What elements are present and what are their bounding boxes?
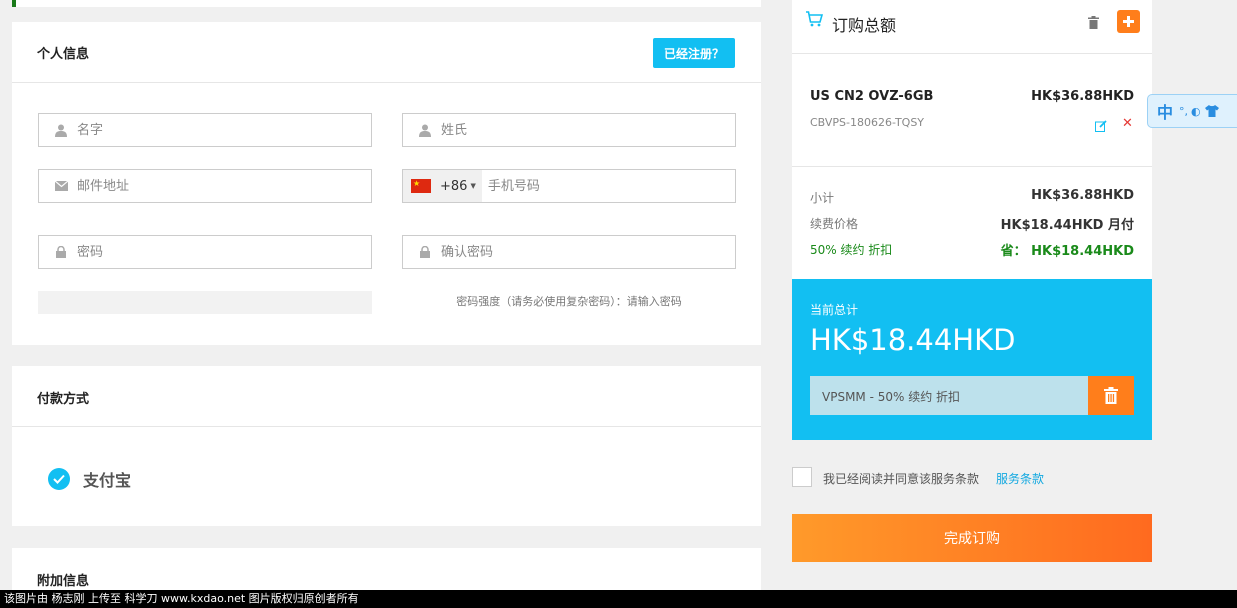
total-panel: 当前总计 HK$18.44HKD VPSMM - 50% 续约 折扣 bbox=[792, 279, 1152, 440]
ime-punctuation-icon[interactable]: °, bbox=[1179, 105, 1188, 118]
china-flag-icon: ★ bbox=[411, 179, 431, 193]
country-code-selector[interactable]: ★ +86 ▼ bbox=[403, 170, 482, 202]
product-name: US CN2 OVZ-6GB bbox=[810, 89, 934, 104]
remove-icon[interactable]: ✕ bbox=[1122, 116, 1133, 131]
email-input[interactable] bbox=[75, 170, 371, 202]
discount-label: 50% 续约 折扣 bbox=[810, 243, 893, 257]
ime-shirt-icon[interactable] bbox=[1204, 102, 1219, 121]
personal-info-title: 个人信息 bbox=[37, 47, 90, 62]
already-registered-button[interactable]: 已经注册？ bbox=[653, 38, 735, 68]
tos-checkbox[interactable] bbox=[792, 467, 812, 487]
password-field[interactable] bbox=[38, 235, 372, 269]
ime-chinese-mode[interactable]: 中 bbox=[1157, 99, 1173, 123]
user-icon bbox=[51, 124, 71, 137]
order-item: US CN2 OVZ-6GB HK$36.88HKD CBVPS-180626-… bbox=[792, 54, 1152, 166]
additional-info-title: 附加信息 bbox=[37, 574, 90, 589]
caret-down-icon: ▼ bbox=[470, 182, 476, 190]
ime-moon-icon[interactable]: ◐ bbox=[1191, 105, 1201, 118]
user-icon bbox=[415, 124, 435, 137]
alipay-label: 支付宝 bbox=[83, 471, 132, 490]
edit-icon[interactable] bbox=[1095, 117, 1107, 136]
tos-row: 我已经阅读并同意该服务条款 服务条款 bbox=[792, 467, 1152, 489]
confirm-password-input[interactable] bbox=[439, 236, 735, 268]
order-summary-header: 订购总额 bbox=[792, 0, 1152, 53]
watermark-bar: 该图片由 杨志刚 上传至 科学刀 www.kxdao.net 图片版权归原创者所… bbox=[0, 590, 1237, 608]
envelope-icon bbox=[51, 181, 71, 191]
top-card-accent bbox=[12, 0, 16, 7]
order-summary-sidebar: 订购总额 US CN2 OVZ-6GB HK$36.88HKD CBVPS-18… bbox=[792, 0, 1152, 608]
trash-icon bbox=[1104, 387, 1118, 404]
password-strength-text: 密码强度（请务必使用复杂密码）：请输入密码 bbox=[456, 295, 682, 308]
payment-method-title: 付款方式 bbox=[37, 392, 90, 407]
top-card bbox=[12, 0, 761, 7]
first-name-field[interactable] bbox=[38, 113, 372, 147]
checkout-button[interactable]: 完成订购 bbox=[792, 514, 1152, 562]
last-name-input[interactable] bbox=[439, 114, 735, 146]
alipay-option[interactable]: 支付宝 bbox=[48, 467, 131, 491]
flag-star-icon: ★ bbox=[413, 179, 421, 188]
last-name-field[interactable] bbox=[402, 113, 736, 147]
subtotal-label: 小计 bbox=[810, 191, 835, 205]
discount-value: 省： HK$18.44HKD bbox=[1000, 244, 1134, 259]
price-breakdown: 小计 HK$36.88HKD 续费价格 HK$18.44HKD 月付 50% 续… bbox=[792, 167, 1152, 279]
personal-info-card: 个人信息 已经注册？ ★ +86 ▼ bbox=[12, 22, 761, 345]
phone-input[interactable] bbox=[485, 170, 735, 202]
trash-icon[interactable] bbox=[1088, 14, 1099, 33]
product-code: CBVPS-180626-TQSY bbox=[810, 116, 925, 129]
order-summary-title: 订购总额 bbox=[832, 16, 897, 35]
tos-text: 我已经阅读并同意该服务条款 bbox=[823, 472, 980, 486]
confirm-password-field[interactable] bbox=[402, 235, 736, 269]
password-strength-bar bbox=[38, 291, 372, 314]
renewal-label: 续费价格 bbox=[810, 217, 859, 231]
promo-code-box: VPSMM - 50% 续约 折扣 bbox=[810, 376, 1088, 415]
remove-promo-button[interactable] bbox=[1088, 376, 1134, 415]
password-input[interactable] bbox=[75, 236, 371, 268]
cart-icon bbox=[805, 11, 824, 31]
total-label: 当前总计 bbox=[810, 303, 859, 317]
lock-icon bbox=[415, 246, 435, 258]
payment-method-card: 付款方式 支付宝 bbox=[12, 366, 761, 526]
product-price: HK$36.88HKD bbox=[1031, 89, 1134, 104]
payment-divider bbox=[12, 426, 761, 427]
first-name-input[interactable] bbox=[75, 114, 371, 146]
renewal-value: HK$18.44HKD 月付 bbox=[1000, 218, 1134, 233]
promo-code-text: VPSMM - 50% 续约 折扣 bbox=[822, 390, 961, 404]
subtotal-value: HK$36.88HKD bbox=[1031, 188, 1134, 203]
lock-icon bbox=[51, 246, 71, 258]
phone-code: +86 bbox=[440, 178, 468, 194]
phone-field[interactable]: ★ +86 ▼ bbox=[402, 169, 736, 203]
personal-info-divider bbox=[12, 82, 761, 83]
email-field[interactable] bbox=[38, 169, 372, 203]
total-value: HK$18.44HKD bbox=[810, 323, 1016, 357]
tos-link[interactable]: 服务条款 bbox=[996, 470, 1044, 487]
ime-toolbar[interactable]: 中 °, ◐ bbox=[1147, 94, 1237, 128]
check-circle-icon[interactable] bbox=[48, 468, 70, 490]
add-icon[interactable] bbox=[1117, 10, 1140, 33]
